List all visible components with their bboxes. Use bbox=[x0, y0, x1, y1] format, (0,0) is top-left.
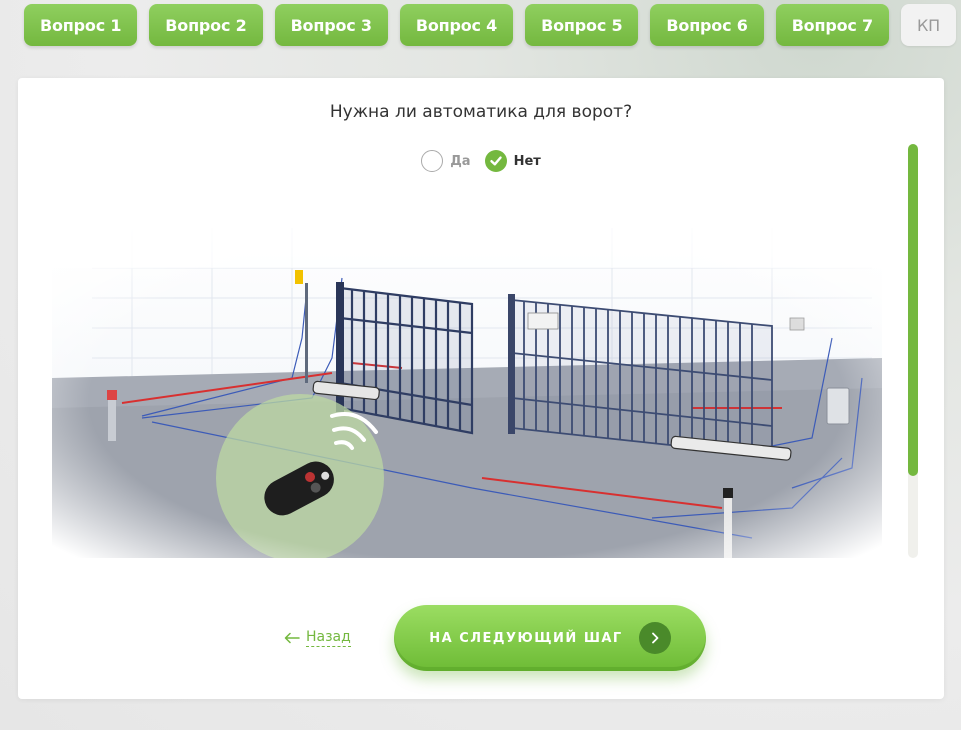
check-icon bbox=[489, 156, 502, 166]
next-circle bbox=[638, 622, 671, 654]
tab-question-1[interactable]: Вопрос 1 bbox=[24, 4, 138, 46]
question-title: Нужна ли автоматика для ворот? bbox=[329, 102, 633, 122]
tab-question-4[interactable]: Вопрос 4 bbox=[399, 4, 514, 46]
tab-question-5[interactable]: Вопрос 5 bbox=[525, 4, 639, 46]
next-step-button[interactable]: НА СЛЕДУЮЩИЙ ШАГ bbox=[394, 605, 706, 671]
answer-options: Да Нет bbox=[18, 150, 944, 172]
tab-question-6[interactable]: Вопрос 6 bbox=[650, 4, 764, 46]
chevron-right-icon bbox=[651, 632, 659, 644]
tab-kp[interactable]: КП bbox=[900, 4, 956, 46]
gate-automation-illustration bbox=[52, 208, 882, 558]
tab-question-2[interactable]: Вопрос 2 bbox=[149, 4, 263, 46]
tab-question-7[interactable]: Вопрос 7 bbox=[775, 4, 889, 46]
question-card: Нужна ли автоматика для ворот? Да Нет На… bbox=[18, 78, 944, 699]
scrollbar-thumb[interactable] bbox=[908, 144, 918, 476]
option-no-label: Нет bbox=[513, 153, 541, 169]
tab-question-3[interactable]: Вопрос 3 bbox=[274, 4, 388, 46]
option-yes-label: Да bbox=[450, 153, 471, 169]
back-label: Назад bbox=[306, 629, 351, 647]
option-yes[interactable]: Да bbox=[421, 150, 471, 172]
arrow-left-icon bbox=[284, 632, 300, 644]
radio-no[interactable] bbox=[484, 150, 507, 172]
radio-yes[interactable] bbox=[421, 150, 444, 172]
back-link[interactable]: Назад bbox=[284, 629, 351, 647]
option-no[interactable]: Нет bbox=[484, 150, 541, 172]
question-tabs: Вопрос 1 Вопрос 2 Вопрос 3 Вопрос 4 Вопр… bbox=[24, 4, 956, 46]
scrollbar[interactable] bbox=[908, 144, 918, 558]
next-step-label: НА СЛЕДУЮЩИЙ ШАГ bbox=[429, 630, 623, 646]
